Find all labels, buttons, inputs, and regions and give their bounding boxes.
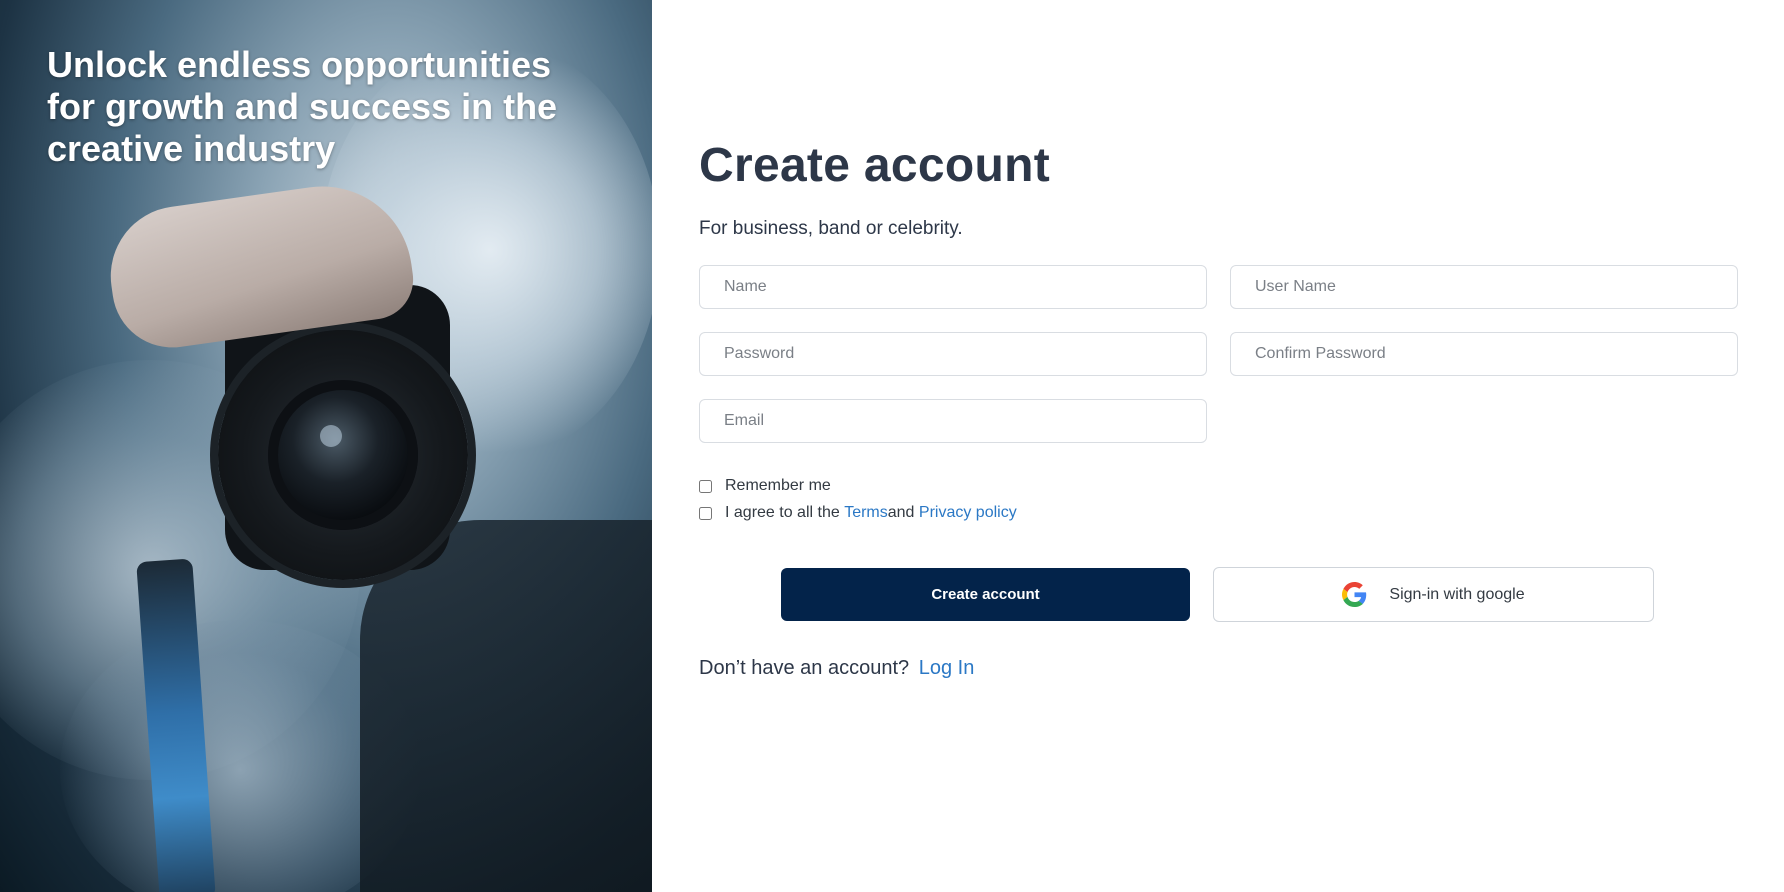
login-prompt: Don’t have an account? Log In <box>699 657 974 680</box>
confirm-password-input[interactable] <box>1230 332 1738 376</box>
agree-middle-text: and <box>887 504 919 521</box>
agree-prefix-text: I agree to all the <box>725 504 845 521</box>
password-input[interactable] <box>699 332 1207 376</box>
remember-me-label: Remember me <box>725 477 831 494</box>
page-title: Create account <box>699 139 1050 192</box>
username-input[interactable] <box>1230 265 1738 309</box>
signup-page: Unlock endless opportunities for growth … <box>0 0 1784 892</box>
hero-image-lens-glint <box>320 425 342 447</box>
login-prompt-text: Don’t have an account? <box>699 657 910 679</box>
login-link[interactable]: Log In <box>919 657 975 679</box>
google-signin-label: Sign-in with google <box>1389 585 1525 603</box>
agree-terms-row: I agree to all the Terms and Privacy pol… <box>699 504 1017 522</box>
google-icon <box>1342 582 1367 607</box>
email-input[interactable] <box>699 399 1207 443</box>
hero-image-lens-glass <box>268 380 418 530</box>
page-subtitle: For business, band or celebrity. <box>699 218 963 239</box>
hero-panel: Unlock endless opportunities for growth … <box>0 0 652 892</box>
privacy-policy-link[interactable]: Privacy policy <box>919 504 1017 522</box>
remember-me-row[interactable]: Remember me <box>699 477 831 495</box>
create-account-button[interactable]: Create account <box>781 568 1190 621</box>
signup-form-panel: Create account For business, band or cel… <box>652 0 1784 892</box>
hero-title: Unlock endless opportunities for growth … <box>47 44 558 169</box>
remember-me-checkbox[interactable] <box>699 479 712 493</box>
name-input[interactable] <box>699 265 1207 309</box>
agree-terms-checkbox[interactable] <box>699 506 712 520</box>
google-signin-button[interactable]: Sign-in with google <box>1213 567 1654 622</box>
terms-link[interactable]: Terms <box>844 504 888 522</box>
hero-image-jacket <box>360 520 652 892</box>
